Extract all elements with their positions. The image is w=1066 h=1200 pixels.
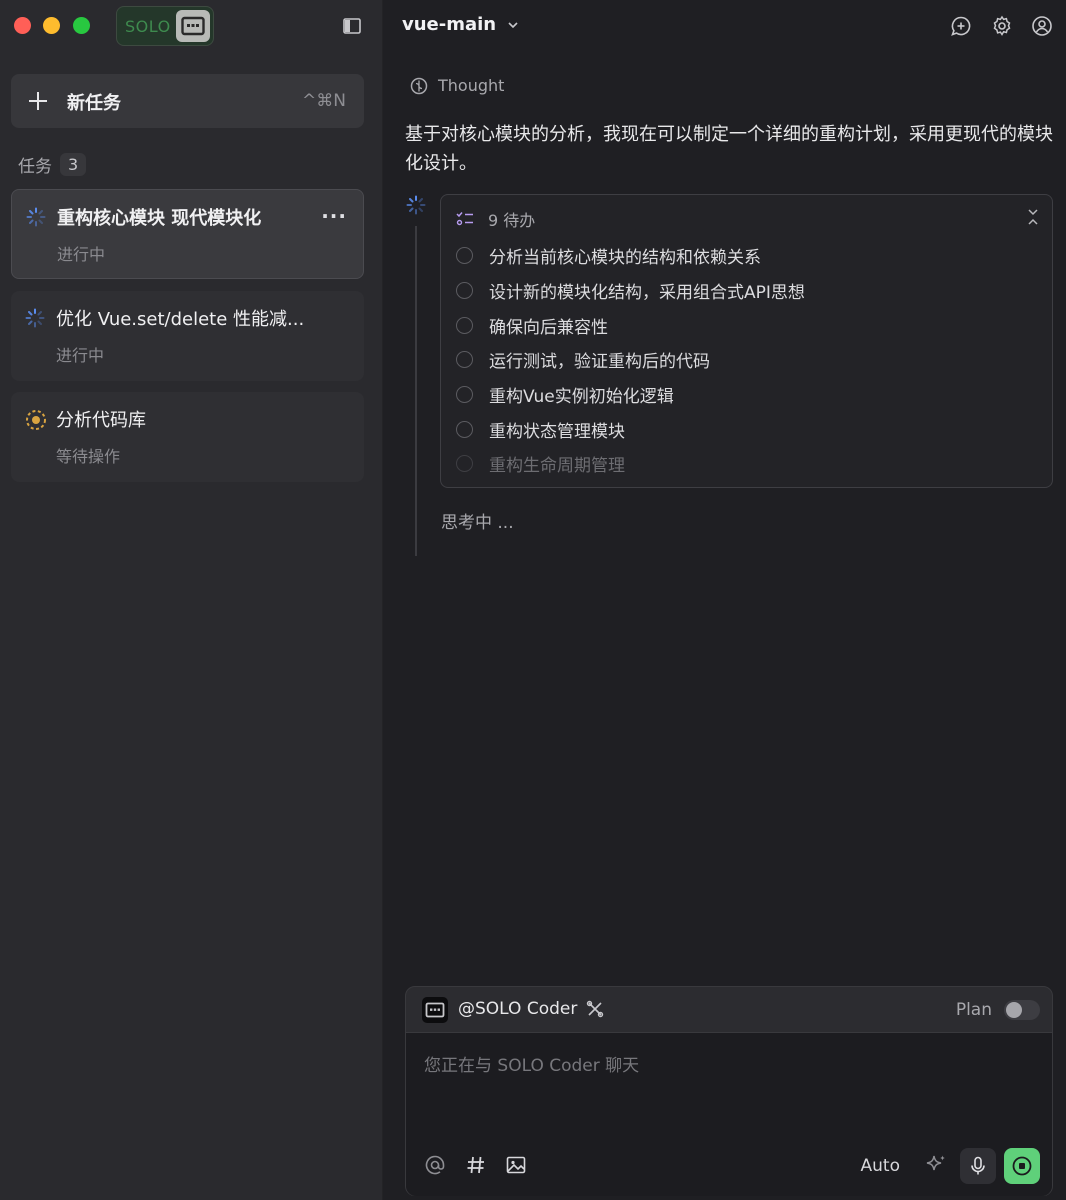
new-task-shortcut: ^⌘N — [302, 91, 346, 111]
task-item[interactable]: 优化 Vue.set/delete 性能减... 进行中 — [11, 291, 364, 381]
plan-label: Plan — [955, 1000, 992, 1020]
checkbox-circle-icon — [456, 455, 473, 472]
todo-text: 运行测试，验证重构后的代码 — [489, 352, 710, 372]
composer: @SOLO Coder Plan 您正在与 SOLO Coder 聊天 Auto — [405, 986, 1053, 1196]
todo-panel: 9 待办 分析当前核心模块的结构和依赖关系 设计新的模块化结构，采用组合式API… — [440, 194, 1053, 488]
thought-toggle[interactable]: Thought — [410, 76, 504, 95]
new-task-label: 新任务 — [67, 93, 121, 114]
tasks-header-label: 任务 — [18, 157, 52, 177]
new-task-button[interactable]: 新任务 ^⌘N — [11, 74, 364, 128]
task-status: 进行中 — [57, 245, 106, 264]
thought-label: Thought — [438, 76, 505, 95]
todo-text: 确保向后兼容性 — [489, 318, 608, 338]
spinner-icon — [406, 195, 426, 215]
brain-icon — [410, 77, 428, 94]
task-status: 等待操作 — [56, 447, 121, 466]
close-window-button[interactable] — [14, 17, 31, 34]
account-icon[interactable] — [1031, 15, 1053, 37]
solo-logo-text: SOLO — [125, 17, 171, 36]
todo-text: 重构生命周期管理 — [489, 456, 625, 476]
waiting-icon — [25, 409, 46, 430]
stop-button[interactable] — [1004, 1148, 1040, 1184]
sidebar-toggle-icon[interactable] — [342, 16, 362, 36]
gear-icon[interactable] — [991, 15, 1013, 37]
zoom-window-button[interactable] — [73, 17, 90, 34]
repo-selector[interactable]: vue-main — [402, 14, 520, 35]
chat-input[interactable]: 您正在与 SOLO Coder 聊天 Auto — [406, 1033, 1052, 1196]
composer-agent-bar: @SOLO Coder Plan — [406, 987, 1052, 1033]
stop-icon — [1012, 1156, 1032, 1176]
tasks-count-badge: 3 — [60, 153, 87, 176]
hashtag-icon[interactable] — [465, 1154, 487, 1176]
tasks-header: 任务 3 — [18, 152, 87, 177]
agent-mention[interactable]: @SOLO Coder — [458, 999, 577, 1019]
todo-item: 重构状态管理模块 — [456, 417, 625, 442]
checkbox-circle-icon — [456, 317, 473, 334]
spinner-icon — [25, 308, 45, 328]
timeline-line — [415, 226, 417, 556]
microphone-button[interactable] — [960, 1148, 996, 1184]
main-header: vue-main — [384, 0, 1066, 52]
repo-name: vue-main — [402, 14, 497, 35]
collapse-icon[interactable] — [1026, 208, 1040, 226]
thinking-status: 思考中 ... — [441, 513, 514, 533]
minimize-window-button[interactable] — [43, 17, 60, 34]
todo-header-label: 9 待办 — [488, 211, 536, 230]
checkbox-circle-icon — [456, 247, 473, 264]
todo-item: 设计新的模块化结构，采用组合式API思想 — [456, 278, 805, 303]
todo-item: 分析当前核心模块的结构和依赖关系 — [456, 243, 761, 268]
sparkle-icon[interactable] — [924, 1153, 948, 1177]
checkbox-circle-icon — [456, 351, 473, 368]
todo-item: 确保向后兼容性 — [456, 313, 608, 338]
solo-logo: SOLO — [116, 6, 214, 46]
todo-item: 重构Vue实例初始化逻辑 — [456, 382, 674, 407]
task-title: 优化 Vue.set/delete 性能减... — [56, 309, 305, 330]
tools-icon[interactable] — [586, 1000, 604, 1018]
checklist-icon — [456, 212, 473, 226]
robot-icon — [422, 997, 448, 1023]
microphone-icon — [971, 1156, 985, 1175]
toggle-knob — [1006, 1002, 1022, 1018]
sidebar: SOLO 新任务 ^⌘N 任务 3 重构核心模块 现代模块化 ··· 进行中 优… — [0, 0, 383, 1200]
image-icon[interactable] — [505, 1154, 527, 1176]
todo-text: 重构Vue实例初始化逻辑 — [489, 387, 674, 407]
checkbox-circle-icon — [456, 421, 473, 438]
task-item[interactable]: 重构核心模块 现代模块化 ··· 进行中 — [11, 189, 364, 279]
chat-input-placeholder: 您正在与 SOLO Coder 聊天 — [424, 1056, 640, 1076]
more-options-icon[interactable]: ··· — [321, 204, 347, 228]
spinner-icon — [26, 207, 46, 227]
todo-text: 重构状态管理模块 — [489, 422, 625, 442]
chevron-down-icon — [508, 21, 518, 28]
plan-toggle[interactable] — [1004, 1000, 1040, 1020]
task-title: 重构核心模块 现代模块化 — [57, 208, 262, 229]
new-chat-icon[interactable] — [950, 15, 972, 37]
task-status: 进行中 — [56, 346, 105, 365]
task-title: 分析代码库 — [56, 410, 146, 431]
checkbox-circle-icon — [456, 282, 473, 299]
assistant-message: 基于对核心模块的分析，我现在可以制定一个详细的重构计划，采用更现代的模块化设计。 — [405, 124, 1053, 174]
todo-item: 重构生命周期管理 — [456, 451, 625, 476]
todo-text: 设计新的模块化结构，采用组合式API思想 — [489, 283, 805, 303]
plus-icon — [27, 90, 49, 112]
checkbox-circle-icon — [456, 386, 473, 403]
titlebar: SOLO — [0, 0, 383, 52]
task-item[interactable]: 分析代码库 等待操作 — [11, 392, 364, 482]
robot-icon — [176, 10, 210, 42]
todo-item: 运行测试，验证重构后的代码 — [456, 347, 710, 372]
todo-text: 分析当前核心模块的结构和依赖关系 — [489, 248, 761, 268]
mention-icon[interactable] — [424, 1154, 446, 1176]
mode-selector[interactable]: Auto — [861, 1156, 900, 1176]
todo-header[interactable]: 9 待办 — [456, 207, 535, 231]
